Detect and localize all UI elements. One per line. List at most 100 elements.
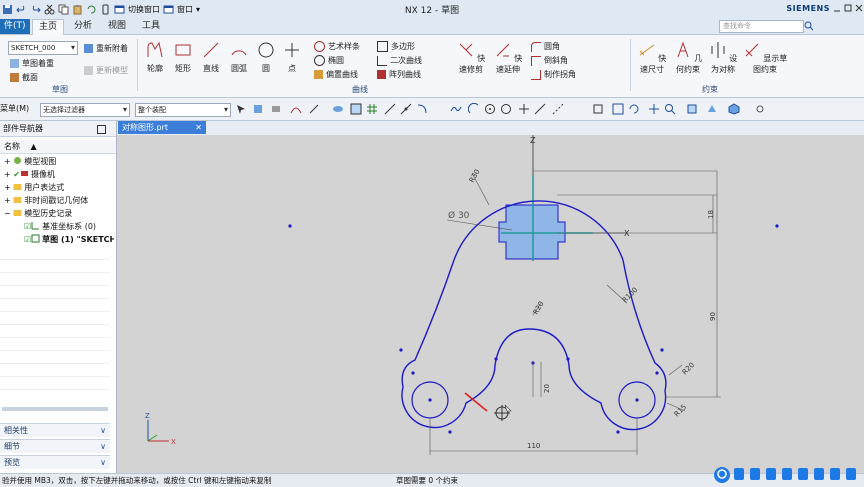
- expand-icon[interactable]: +: [4, 170, 11, 179]
- select-body-icon[interactable]: [270, 103, 282, 115]
- sketch-drawing[interactable]: Z X R30 Ø 30 18 R100 90 R20 R20 20 R15 1…: [117, 135, 864, 473]
- sketch-name-select[interactable]: SKETCH_000: [8, 41, 78, 55]
- tab-analysis[interactable]: 分析: [68, 19, 98, 34]
- chamfer-button[interactable]: 倒斜角: [531, 55, 568, 66]
- type-filter-select[interactable]: 无选择过滤器: [40, 103, 130, 117]
- center-boss[interactable]: [498, 204, 566, 260]
- section-button[interactable]: 截面: [10, 72, 38, 83]
- snap-wave-icon[interactable]: [450, 103, 462, 115]
- quick-extend-button[interactable]: 快速延伸: [490, 41, 526, 75]
- make-corner-button[interactable]: 制作拐角: [531, 69, 576, 80]
- expand-icon[interactable]: +: [4, 196, 11, 205]
- render-style-icon[interactable]: [686, 103, 698, 115]
- graphics-window[interactable]: Z X R30 Ø 30 18 R100 90 R20 R20 20 R15 1…: [117, 135, 864, 473]
- expand-icon[interactable]: +: [4, 183, 11, 192]
- snap-center-icon[interactable]: [484, 103, 496, 115]
- tab-home[interactable]: 主页: [32, 19, 65, 35]
- snap-point-icon[interactable]: [592, 103, 604, 115]
- general-selection-icon[interactable]: [235, 103, 247, 115]
- cube-view-icon[interactable]: [728, 103, 740, 115]
- ime-emoji-icon[interactable]: [766, 468, 776, 480]
- panel-scrollbar[interactable]: [2, 407, 108, 411]
- settings-icon[interactable]: [754, 103, 766, 115]
- details-panel[interactable]: 细节 ∨: [0, 439, 110, 453]
- snap-line-icon[interactable]: [384, 103, 396, 115]
- navigator-column-header[interactable]: 名称 ▲: [0, 140, 116, 154]
- point-button[interactable]: 点: [281, 41, 303, 74]
- circle-button[interactable]: 圆: [255, 41, 277, 74]
- tab-file[interactable]: 件(T): [0, 19, 30, 34]
- studio-spline-button[interactable]: 艺术样条: [314, 41, 360, 52]
- snap-arc-icon[interactable]: [468, 103, 480, 115]
- select-edge-icon[interactable]: [308, 103, 320, 115]
- ime-tools-icon[interactable]: [830, 468, 840, 480]
- preview-panel[interactable]: 预览 ∨: [0, 455, 110, 469]
- pattern-curve-button[interactable]: 阵列曲线: [377, 69, 421, 80]
- navigator-maximize-button[interactable]: [97, 125, 106, 134]
- quick-trim-button[interactable]: 快速修剪: [453, 41, 489, 75]
- minimize-button[interactable]: [832, 2, 842, 14]
- view-zoom-icon[interactable]: [664, 103, 676, 115]
- offset-curve-button[interactable]: 偏置曲线: [314, 69, 358, 80]
- tree-item-sketch[interactable]: ☑ 草图 (1) "SKETCH_000": [24, 233, 114, 246]
- command-search-input[interactable]: 查找命令: [719, 20, 804, 33]
- ime-punctuation-icon[interactable]: [750, 468, 760, 480]
- close-button[interactable]: [854, 2, 864, 14]
- tree-item-model-history[interactable]: − 模型历史记录: [4, 207, 114, 220]
- ime-keyboard-icon[interactable]: [798, 468, 808, 480]
- orient-view-icon[interactable]: [706, 103, 718, 115]
- show-sketch-constraints-button[interactable]: 显示草图约束: [740, 41, 790, 75]
- view-pan-icon[interactable]: [648, 103, 660, 115]
- snap-tangent-icon[interactable]: [534, 103, 546, 115]
- ime-skin-icon[interactable]: [814, 468, 824, 480]
- menu-button[interactable]: 菜单(M): [0, 103, 29, 114]
- geometric-constraints-button[interactable]: 几何约束: [670, 41, 706, 75]
- tree-item-model-views[interactable]: + 模型视图: [4, 155, 114, 168]
- profile-button[interactable]: 轮廓: [143, 41, 167, 74]
- input-method-toolbar[interactable]: [714, 465, 864, 486]
- polygon-button[interactable]: 多边形: [377, 41, 415, 52]
- tree-item-label: 模型视图: [24, 157, 57, 166]
- grid-snap-icon[interactable]: [366, 103, 378, 115]
- document-tab[interactable]: 对称图形.prt ✕: [118, 121, 206, 134]
- line-button[interactable]: 直线: [199, 41, 223, 74]
- tab-view[interactable]: 视图: [102, 19, 132, 34]
- snap-dashed-icon[interactable]: [552, 103, 564, 115]
- arc-button[interactable]: 圆弧: [227, 41, 251, 74]
- view-rotate-icon[interactable]: [628, 103, 640, 115]
- reattach-button[interactable]: 重新附着: [84, 43, 128, 54]
- search-icon[interactable]: [804, 21, 814, 31]
- left-hole-center: [428, 398, 432, 402]
- tree-item-unused-geometry[interactable]: + 非时间戳记几何体: [4, 194, 114, 207]
- fillet-button[interactable]: 圆角: [531, 41, 560, 52]
- select-curve-icon[interactable]: [290, 103, 302, 115]
- ime-menu-icon[interactable]: [846, 468, 856, 480]
- make-symmetric-button[interactable]: 设为对称: [706, 41, 740, 75]
- rapid-dimension-button[interactable]: 快速尺寸: [634, 41, 670, 75]
- select-face-icon[interactable]: [350, 103, 362, 115]
- ime-mode-icon[interactable]: [734, 468, 744, 480]
- tree-item-user-expressions[interactable]: + 用户表达式: [4, 181, 114, 194]
- selection-scope-select[interactable]: 整个装配: [135, 103, 231, 117]
- select-view-icon[interactable]: [332, 103, 344, 115]
- snap-slash-icon[interactable]: [400, 103, 412, 115]
- tab-tools[interactable]: 工具: [136, 19, 166, 34]
- view-fit-icon[interactable]: [612, 103, 624, 115]
- ime-voice-icon[interactable]: [782, 468, 792, 480]
- tree-item-datum-csys[interactable]: ☑ 基准坐标系 (0): [24, 220, 114, 233]
- sketch-orientation-button[interactable]: 草图着重: [10, 58, 54, 69]
- dependencies-panel[interactable]: 相关性 ∨: [0, 423, 110, 437]
- tree-item-cameras[interactable]: + ✔ 摄像机: [4, 168, 114, 181]
- rectangle-button[interactable]: 矩形: [171, 41, 195, 74]
- update-model-button[interactable]: 更新模型: [84, 65, 128, 76]
- close-icon[interactable]: ✕: [195, 121, 202, 134]
- expand-icon[interactable]: +: [4, 157, 11, 166]
- ellipse-button[interactable]: 椭圆: [314, 55, 344, 66]
- conic-button[interactable]: 二次曲线: [377, 55, 422, 66]
- collapse-icon[interactable]: −: [4, 209, 11, 218]
- snap-circle-icon[interactable]: [500, 103, 512, 115]
- snap-curve-icon[interactable]: [416, 103, 428, 115]
- snap-intersection-icon[interactable]: [518, 103, 530, 115]
- select-feature-icon[interactable]: [252, 103, 264, 115]
- maximize-button[interactable]: [843, 2, 853, 14]
